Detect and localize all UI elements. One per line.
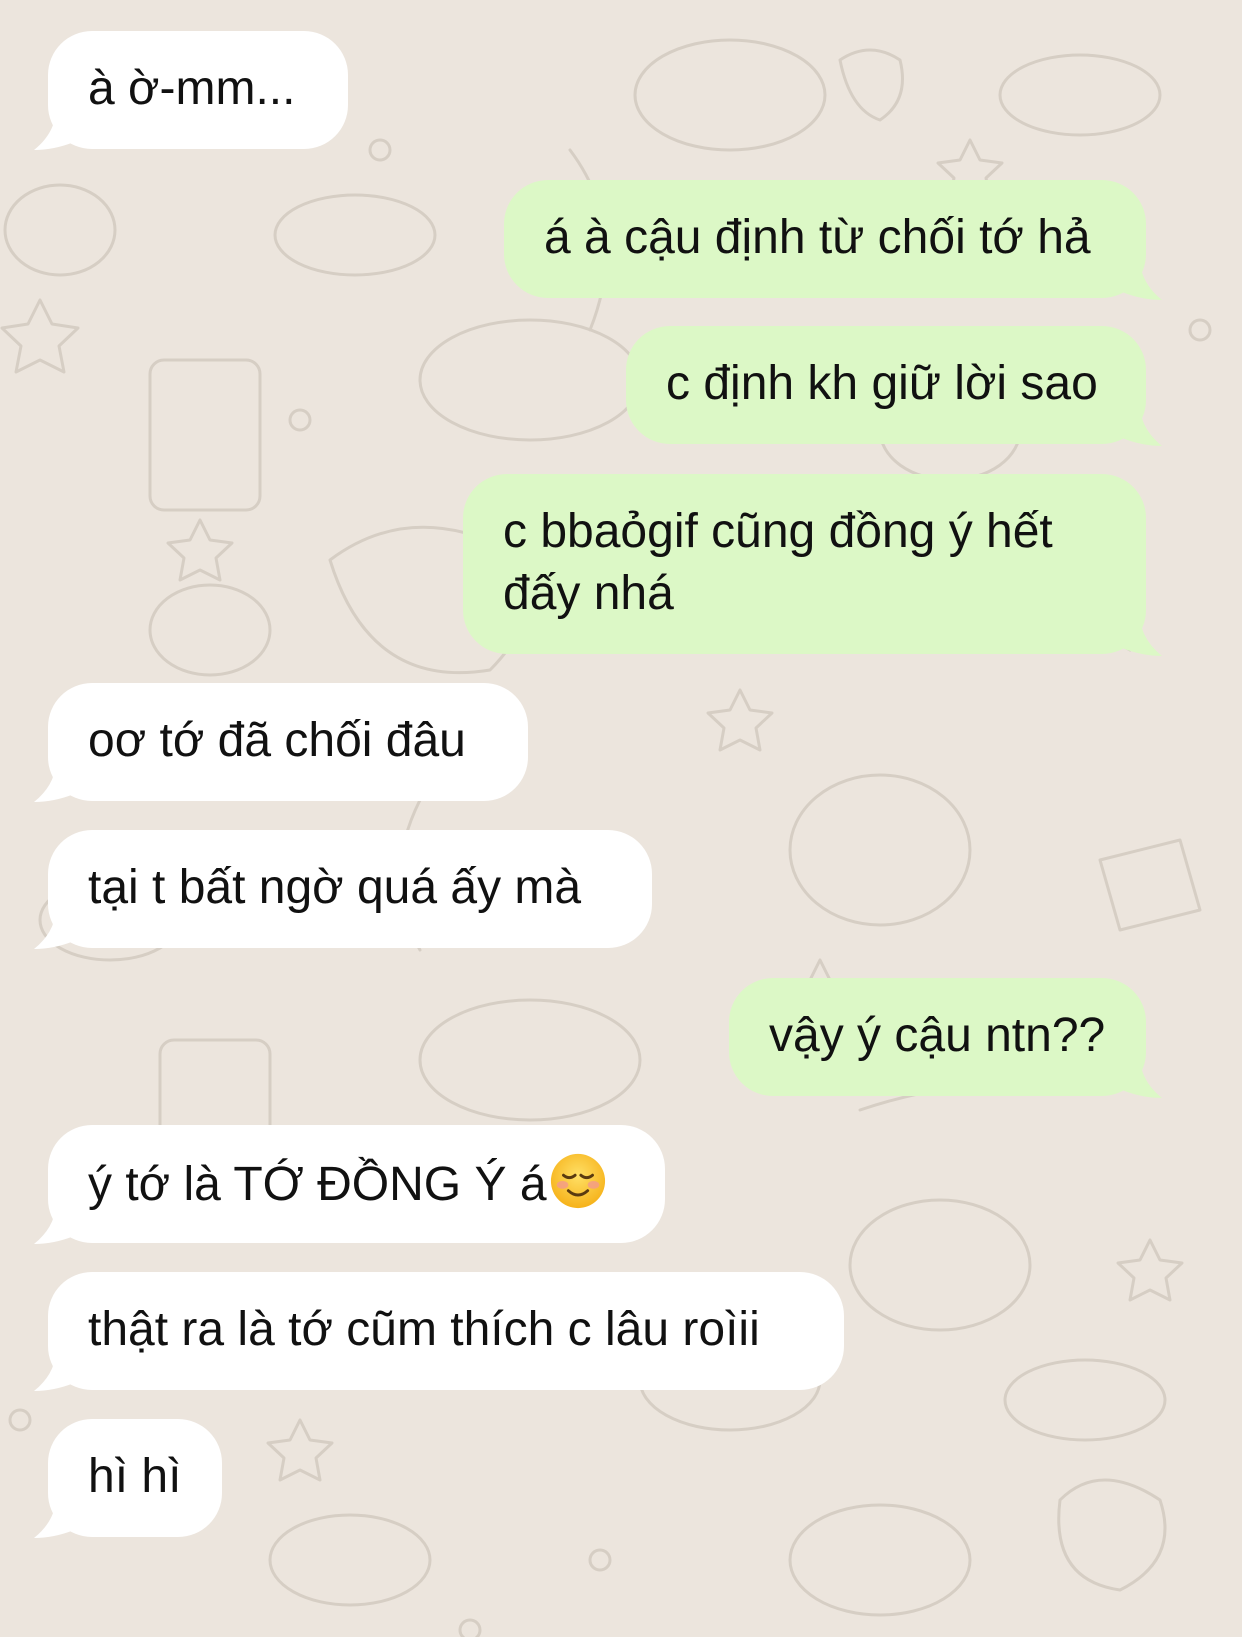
- message-incoming[interactable]: hì hì: [48, 1419, 222, 1537]
- message-text: c định kh giữ lời sao: [666, 357, 1098, 410]
- message-text: à ờ-mm...: [88, 62, 296, 115]
- message-outgoing[interactable]: á à cậu định từ chối tớ hả: [504, 180, 1146, 298]
- message-incoming[interactable]: thật ra là tớ cũm thích c lâu roìii: [48, 1272, 844, 1390]
- message-incoming[interactable]: ý tớ là TỚ ĐỒNG Ý á: [48, 1125, 665, 1243]
- message-incoming[interactable]: tại t bất ngờ quá ấy mà: [48, 830, 652, 948]
- message-text: thật ra là tớ cũm thích c lâu roìii: [88, 1303, 760, 1356]
- message-text: c bbaỏgif cũng đồng ý hết đấy nhá: [503, 505, 1053, 620]
- message-text: tại t bất ngờ quá ấy mà: [88, 861, 582, 914]
- message-outgoing[interactable]: c định kh giữ lời sao: [626, 326, 1146, 444]
- message-text: vậy ý cậu ntn??: [769, 1009, 1106, 1062]
- message-text: oơ tớ đã chối đâu: [88, 714, 466, 767]
- message-text: ý tớ là TỚ ĐỒNG Ý á: [88, 1158, 547, 1211]
- message-outgoing[interactable]: vậy ý cậu ntn??: [729, 978, 1146, 1096]
- message-incoming[interactable]: à ờ-mm...: [48, 31, 348, 149]
- message-outgoing[interactable]: c bbaỏgif cũng đồng ý hết đấy nhá: [463, 474, 1146, 654]
- message-incoming[interactable]: oơ tớ đã chối đâu: [48, 683, 528, 801]
- smiling-face-emoji-icon: [550, 1153, 605, 1209]
- chat-view: à ờ-mm... á à cậu định từ chối tớ hả c đ…: [0, 0, 1242, 1637]
- message-text: á à cậu định từ chối tớ hả: [544, 211, 1091, 264]
- message-text: hì hì: [88, 1450, 182, 1503]
